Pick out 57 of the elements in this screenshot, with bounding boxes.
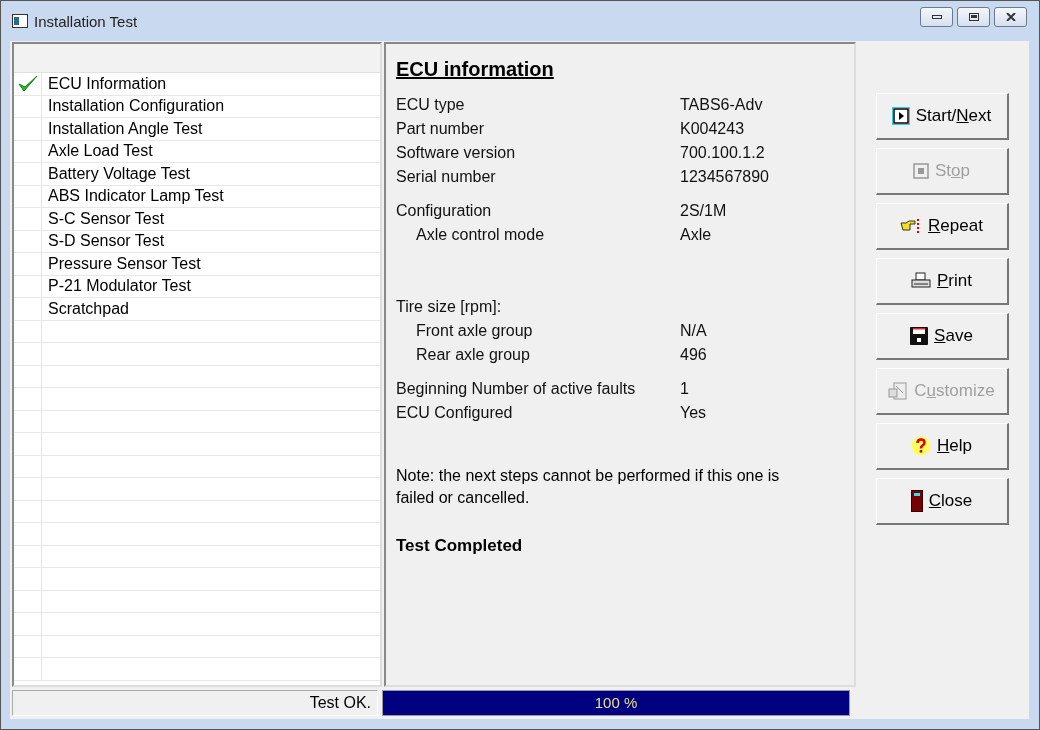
door-icon — [910, 490, 923, 512]
field-value: 700.100.1.2 — [680, 144, 765, 162]
field-label: Front axle group — [415, 322, 534, 340]
field-value: Yes — [680, 404, 707, 422]
help-icon — [911, 436, 931, 456]
field-value: TABS6-Adv — [680, 96, 763, 114]
step-item[interactable]: Axle Load Test — [14, 140, 380, 163]
maximize-button[interactable] — [957, 7, 990, 27]
field-label: Beginning Number of active faults — [396, 380, 637, 398]
field-value: K004243 — [680, 120, 745, 138]
result-text: Test Completed — [396, 535, 523, 556]
step-item[interactable]: P-21 Modulator Test — [14, 275, 380, 298]
field-value: N/A — [680, 322, 707, 340]
field-value: Axle — [680, 226, 712, 244]
field-value: 2S/1M — [680, 202, 727, 220]
play-button[interactable]: Start/Next — [875, 93, 1009, 140]
step-item[interactable]: S-D Sensor Test — [14, 230, 380, 253]
document-icon — [888, 381, 909, 401]
maximize-icon — [968, 13, 979, 21]
step-item[interactable]: ABS Indicator Lamp Test — [14, 185, 380, 208]
field-label: Serial number — [396, 168, 497, 186]
note-text: Note: the next steps cannot be performed if this one is failed or cancelled. — [396, 466, 781, 509]
step-item[interactable]: Installation Configuration — [14, 95, 380, 118]
minimize-icon — [931, 15, 942, 19]
app-icon — [12, 14, 28, 28]
field-label: ECU type — [396, 96, 466, 114]
help-button[interactable]: Help — [875, 423, 1009, 470]
close-button[interactable] — [994, 7, 1027, 27]
window-title: Installation Test — [34, 12, 138, 30]
field-label: Part number — [396, 120, 486, 138]
play-icon — [891, 107, 910, 125]
field-label: Tire size [rpm]: — [396, 298, 503, 316]
repeat-button[interactable]: Repeat — [875, 203, 1009, 250]
minimize-button[interactable] — [920, 7, 953, 27]
stop-icon — [913, 163, 929, 179]
field-value: 1234567890 — [680, 168, 769, 186]
step-item[interactable]: Pressure Sensor Test — [14, 253, 380, 276]
field-label: ECU Configured — [396, 404, 514, 422]
field-value: 496 — [680, 346, 707, 364]
status-message: Test OK. — [12, 690, 378, 716]
close-icon — [1005, 13, 1016, 21]
step-item[interactable]: Scratchpad — [14, 298, 380, 321]
field-label: Software version — [396, 144, 517, 162]
step-item[interactable]: Battery Voltage Test — [14, 163, 380, 186]
field-label: Configuration — [396, 202, 493, 220]
step-item[interactable]: Installation Angle Test — [14, 118, 380, 141]
field-label: Rear axle group — [415, 346, 531, 364]
close-button[interactable]: Close — [875, 478, 1009, 525]
field-label: Axle control mode — [415, 226, 546, 244]
step-item[interactable]: S-C Sensor Test — [14, 208, 380, 231]
field-value: 1 — [680, 380, 689, 398]
step-item[interactable]: ECU Information — [14, 73, 380, 96]
print-button[interactable]: Print — [875, 258, 1009, 305]
save-button[interactable]: Save — [875, 313, 1009, 360]
section-title: ECU information — [396, 58, 554, 81]
printer-icon — [911, 272, 931, 290]
progress-text: 100 % — [594, 694, 638, 711]
